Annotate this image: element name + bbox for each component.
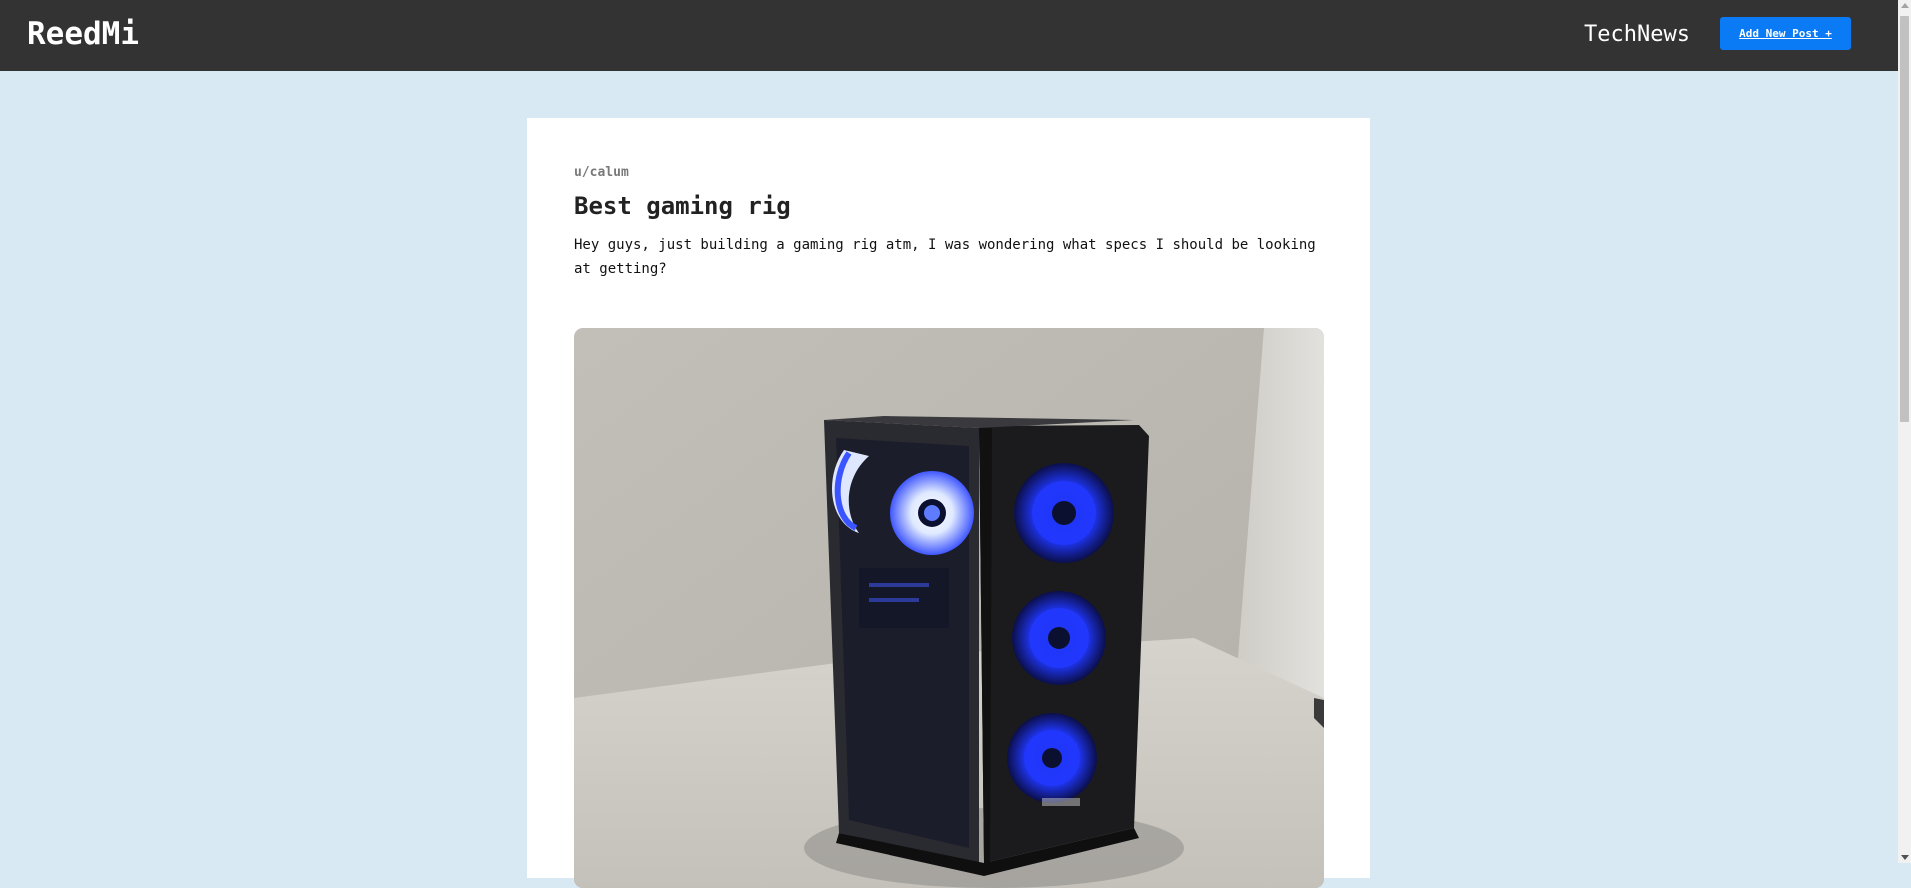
navbar: ReedMi TechNews Add New Post + [0, 0, 1898, 71]
brand-logo[interactable]: ReedMi [27, 14, 139, 54]
scroll-thumb[interactable] [1900, 16, 1909, 422]
page-scrollbar[interactable] [1898, 0, 1911, 863]
post-body: Hey guys, just building a gaming rig atm… [574, 237, 1316, 277]
post-author[interactable]: u/calum [574, 165, 629, 180]
scroll-up-arrow-icon[interactable] [1901, 3, 1909, 8]
post-image [574, 328, 1324, 888]
community-name[interactable]: TechNews [1584, 20, 1690, 50]
post-title: Best gaming rig [574, 192, 791, 220]
add-new-post-button[interactable]: Add New Post + [1720, 17, 1851, 50]
post-card: u/calum Best gaming rig Hey guys, just b… [527, 118, 1370, 888]
scroll-down-arrow-icon[interactable] [1901, 855, 1909, 860]
